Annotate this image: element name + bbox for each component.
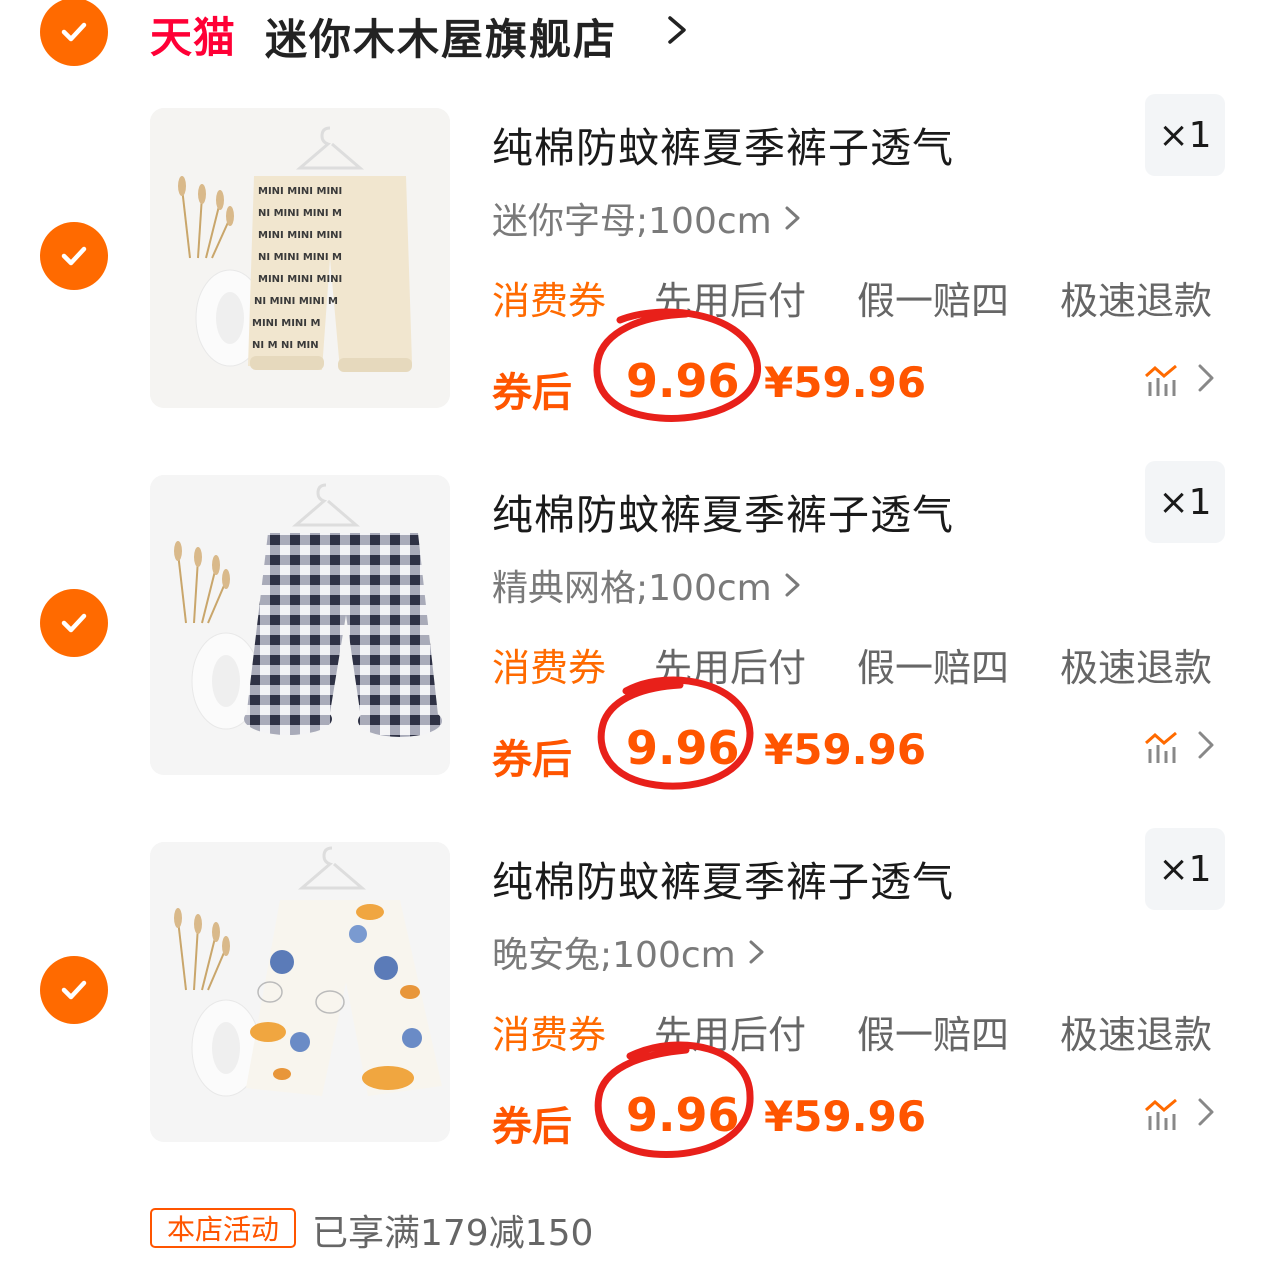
quantity-button[interactable]: ×1 [1145,461,1225,543]
store-header[interactable]: 天猫 迷你木木屋旗舰店 [0,0,1280,70]
item-select-checkbox[interactable] [40,589,108,657]
svg-text:NI M NI MIN: NI M NI MIN [252,340,319,351]
tag-coupon: 消费券 [492,279,607,323]
svg-text:NI MINI MINI M: NI MINI MINI M [258,252,342,263]
chevron-right-icon[interactable] [1196,727,1216,763]
product-image[interactable] [150,475,450,775]
chevron-right-icon[interactable] [662,10,692,50]
product-photo-letters: MINI MINI MINI NI MINI MINI M MINI MINI M… [150,108,450,408]
tag-fake-compensation: 假一赔四 [857,646,1010,690]
red-circle-annotation [597,676,754,790]
svg-text:MINI MINI M: MINI MINI M [252,318,320,329]
item-select-checkbox[interactable] [40,222,108,290]
tag-coupon: 消费券 [492,646,607,690]
price-row: 券后 9.96 ¥59.96 [492,1041,1252,1158]
quantity-button[interactable]: ×1 [1145,94,1225,176]
product-photo-bunny [150,842,450,1142]
tag-fast-refund: 极速退款 [1060,1013,1213,1057]
sku-selector[interactable]: 迷你字母;100cm [492,192,804,244]
svg-text:MINI MINI MINI: MINI MINI MINI [258,274,342,285]
sku-label: 晚安兔;100cm [492,935,736,976]
svg-text:MINI MINI MINI: MINI MINI MINI [258,230,342,241]
cart-item: 纯棉防蚊裤夏季裤子透气 ×1 精典网格;100cm 消费券 先用后付 假一赔四 … [0,461,1280,790]
price-trend-icon[interactable] [1142,362,1182,398]
product-image[interactable]: MINI MINI MINI NI MINI MINI M MINI MINI M… [150,108,450,408]
chevron-right-icon [785,573,800,597]
after-coupon-label: 券后 [492,370,572,416]
price-row: 券后 9.96 ¥59.96 [492,676,1252,790]
tag-coupon: 消费券 [492,1013,607,1057]
checkmark-icon [61,980,87,1000]
checkmark-icon [61,246,87,266]
checkmark-icon [61,613,87,633]
cart-item: MINI MINI MINI NI MINI MINI M MINI MINI M… [0,94,1280,422]
sku-selector[interactable]: 精典网格;100cm [492,559,804,611]
checkmark-icon [61,22,87,42]
original-price: ¥59.96 [764,1092,927,1141]
promotion-text: 已享满179减150 [312,1213,594,1254]
promotion-badge: 本店活动 [150,1208,296,1248]
product-title[interactable]: 纯棉防蚊裤夏季裤子透气 [492,848,954,908]
sku-label: 迷你字母;100cm [492,201,772,242]
store-name[interactable]: 迷你木木屋旗舰店 [265,6,617,67]
red-circle-annotation [593,308,762,422]
sku-selector[interactable]: 晚安兔;100cm [492,926,768,978]
red-circle-annotation [594,1041,754,1158]
product-title[interactable]: 纯棉防蚊裤夏季裤子透气 [492,481,954,541]
tmall-logo: 天猫 [150,13,237,62]
store-select-checkbox[interactable] [40,0,108,66]
price-trend-icon[interactable] [1142,1096,1182,1132]
product-image[interactable] [150,842,450,1142]
after-coupon-label: 券后 [492,1104,572,1150]
original-price: ¥59.96 [764,725,927,774]
item-select-checkbox[interactable] [40,956,108,1024]
svg-text:MINI MINI MINI: MINI MINI MINI [258,186,342,197]
price-trend-icon[interactable] [1142,729,1182,765]
svg-text:NI MINI MINI M: NI MINI MINI M [258,208,342,219]
tag-fake-compensation: 假一赔四 [857,1013,1010,1057]
chevron-right-icon[interactable] [1196,360,1216,396]
product-photo-gingham [150,475,450,775]
cart-item: 纯棉防蚊裤夏季裤子透气 ×1 晚安兔;100cm 消费券 先用后付 假一赔四 极… [0,828,1280,1158]
product-title[interactable]: 纯棉防蚊裤夏季裤子透气 [492,114,954,174]
tag-fast-refund: 极速退款 [1060,279,1213,323]
after-coupon-label: 券后 [492,737,572,783]
quantity-button[interactable]: ×1 [1145,828,1225,910]
sku-label: 精典网格;100cm [492,568,772,609]
chevron-right-icon [749,940,764,964]
svg-text:NI MINI MINI M: NI MINI MINI M [254,296,338,307]
original-price: ¥59.96 [764,358,927,407]
chevron-right-icon[interactable] [1196,1094,1216,1130]
price-row: 券后 9.96 ¥59.96 [492,308,1252,422]
tag-fast-refund: 极速退款 [1060,646,1213,690]
tag-fake-compensation: 假一赔四 [857,279,1010,323]
chevron-right-icon [785,206,800,230]
